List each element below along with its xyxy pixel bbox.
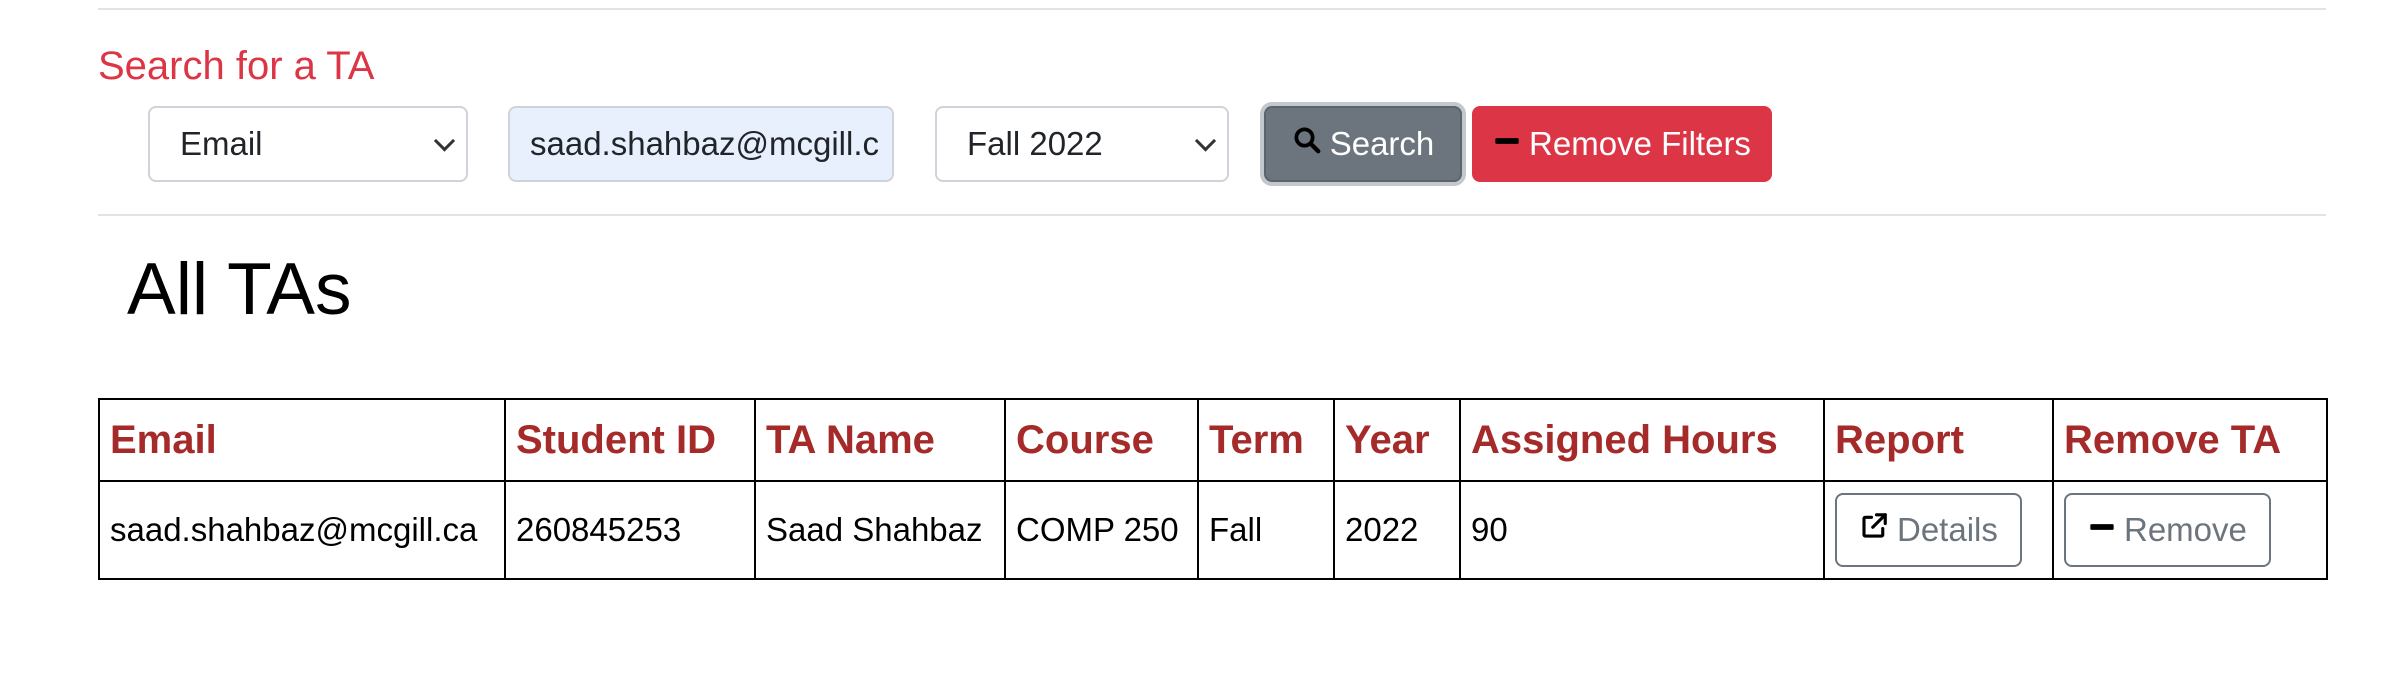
search-section-title: Search for a TA — [98, 44, 375, 88]
term-select-value: Fall 2022 — [967, 125, 1103, 162]
page-title: All TAs — [127, 249, 352, 330]
cell-assigned-hours: 90 — [1459, 480, 1825, 580]
cell-remove-ta: Remove — [2052, 480, 2328, 580]
column-header-year: Year — [1333, 398, 1461, 482]
table-header-row: Email Student ID TA Name Course Term Yea… — [98, 398, 2328, 482]
remove-filters-button[interactable]: Remove Filters — [1472, 106, 1772, 182]
cell-term: Fall — [1197, 480, 1335, 580]
top-divider — [98, 8, 2326, 10]
search-icon — [1292, 125, 1322, 163]
cell-course: COMP 250 — [1004, 480, 1199, 580]
column-header-student-id: Student ID — [504, 398, 756, 482]
details-button[interactable]: Details — [1835, 493, 2022, 567]
column-header-report: Report — [1823, 398, 2054, 482]
cell-report: Details — [1823, 480, 2054, 580]
cell-year: 2022 — [1333, 480, 1461, 580]
chevron-down-icon — [433, 130, 456, 152]
ta-table: Email Student ID TA Name Course Term Yea… — [98, 398, 2328, 580]
filter-type-select[interactable]: Email — [148, 106, 468, 182]
minus-icon — [2088, 511, 2116, 549]
remove-filters-label: Remove Filters — [1529, 125, 1751, 162]
cell-student-id: 260845253 — [504, 480, 756, 580]
remove-ta-button[interactable]: Remove — [2064, 493, 2271, 567]
cell-email: saad.shahbaz@mcgill.ca — [98, 480, 506, 580]
search-input[interactable]: saad.shahbaz@mcgill.c — [508, 106, 894, 182]
table-row: saad.shahbaz@mcgill.ca 260845253 Saad Sh… — [98, 480, 2328, 580]
column-header-remove-ta: Remove TA — [2052, 398, 2328, 482]
search-button[interactable]: Search — [1264, 106, 1462, 182]
details-button-label: Details — [1897, 511, 1998, 548]
column-header-ta-name: TA Name — [754, 398, 1006, 482]
search-button-label: Search — [1329, 125, 1435, 162]
cell-ta-name: Saad Shahbaz — [754, 480, 1006, 580]
remove-ta-button-label: Remove — [2124, 511, 2247, 548]
filter-type-value: Email — [180, 125, 263, 162]
column-header-course: Course — [1004, 398, 1199, 482]
section-divider — [98, 214, 2326, 216]
search-input-value: saad.shahbaz@mcgill.c — [530, 125, 879, 162]
minus-icon — [1493, 125, 1521, 163]
column-header-email: Email — [98, 398, 506, 482]
column-header-term: Term — [1197, 398, 1335, 482]
column-header-assigned-hours: Assigned Hours — [1459, 398, 1825, 482]
chevron-down-icon — [1194, 130, 1217, 152]
term-select[interactable]: Fall 2022 — [935, 106, 1229, 182]
external-link-icon — [1859, 511, 1889, 549]
